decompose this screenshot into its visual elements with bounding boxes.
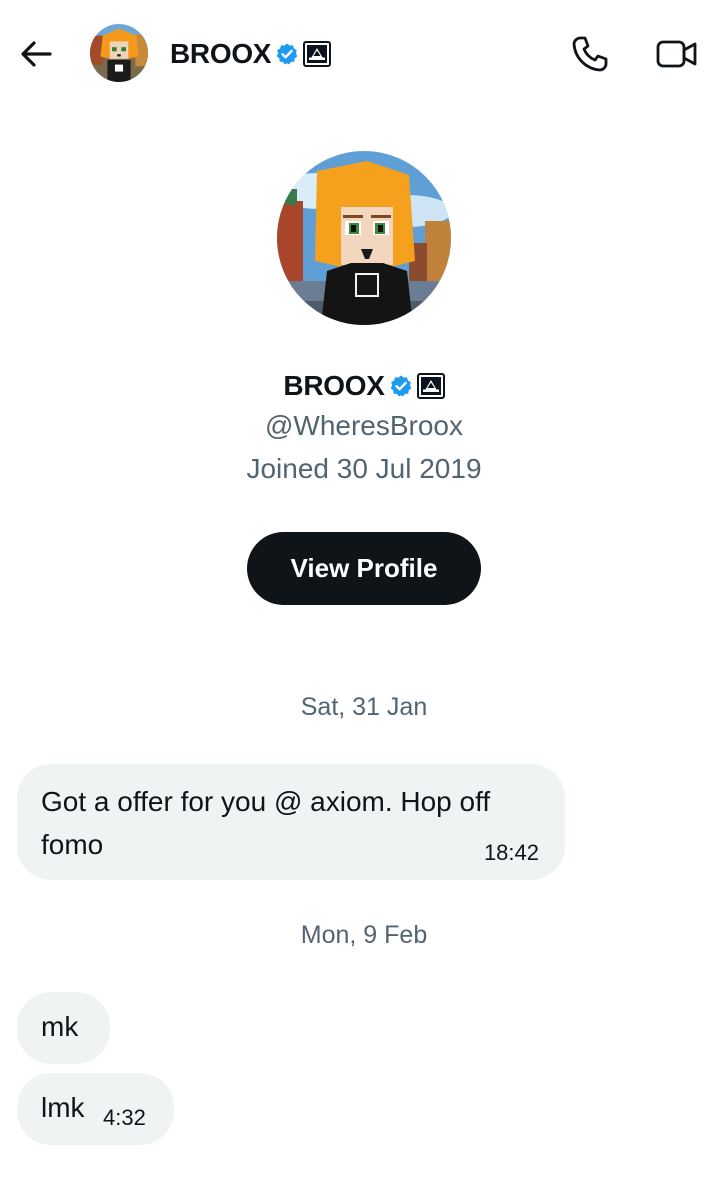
view-profile-button[interactable]: View Profile xyxy=(247,532,481,605)
avatar-image xyxy=(90,24,148,82)
date-separator: Mon, 9 Feb xyxy=(300,921,428,949)
message-bubble[interactable]: lmk 4:32 xyxy=(17,1073,174,1145)
conversation-header: BROOX xyxy=(0,0,728,108)
message-text: mk xyxy=(41,1011,79,1042)
message-text: Got a offer for you @ axiom. Hop off fom… xyxy=(41,786,491,860)
phone-icon xyxy=(572,36,608,72)
call-button[interactable] xyxy=(568,32,612,76)
message-bubble[interactable]: Got a offer for you @ axiom. Hop off fom… xyxy=(17,764,565,880)
message-timestamp: 4:32 xyxy=(103,1105,146,1130)
video-camera-icon xyxy=(656,40,697,68)
affiliate-badge-icon xyxy=(303,41,332,67)
header-name: BROOX xyxy=(170,38,272,69)
message-bubble[interactable]: mk xyxy=(17,992,110,1064)
message-timestamp: 18:42 xyxy=(483,840,539,865)
affiliate-badge-icon xyxy=(416,373,445,399)
header-name-area[interactable]: BROOX xyxy=(170,36,332,72)
joined-date: Joined 30 Jul 2019 xyxy=(246,453,482,484)
profile-name: BROOX xyxy=(283,370,385,401)
date-separator: Sat, 31 Jan xyxy=(300,693,428,721)
back-button[interactable] xyxy=(16,34,56,74)
avatar-image xyxy=(277,151,451,325)
profile-name-row: BROOX xyxy=(0,364,728,408)
profile-avatar[interactable] xyxy=(277,151,451,325)
header-avatar[interactable] xyxy=(90,24,148,82)
profile-handle: @WheresBroox xyxy=(264,410,464,441)
verified-badge-icon xyxy=(275,42,299,66)
message-text: lmk xyxy=(41,1092,85,1123)
arrow-left-icon xyxy=(21,41,52,67)
video-call-button[interactable] xyxy=(654,32,700,76)
verified-badge-icon xyxy=(389,374,413,398)
